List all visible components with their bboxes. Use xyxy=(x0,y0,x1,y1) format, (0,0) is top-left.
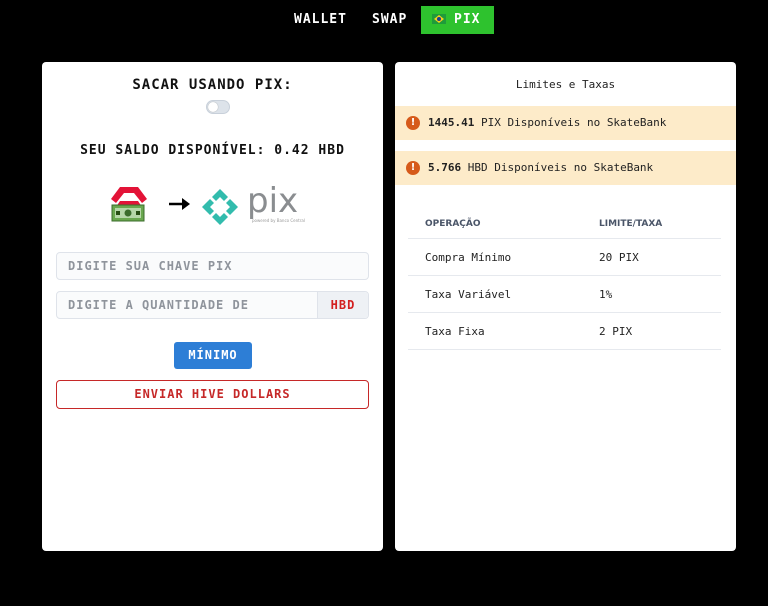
table-row: Taxa Fixa 2 PIX xyxy=(408,312,721,350)
alert-amount: 1445.41 xyxy=(428,116,475,129)
nav-wallet[interactable]: WALLET xyxy=(294,6,347,34)
alert-pix-available: ! 1445.41 PIX Disponíveis no SkateBank xyxy=(395,106,736,140)
operation-cell: Taxa Variável xyxy=(408,275,582,313)
warning-icon: ! xyxy=(406,161,420,175)
minimum-button[interactable]: MÍNIMO xyxy=(174,342,252,369)
send-hive-dollars-button[interactable]: ENVIAR HIVE DOLLARS xyxy=(56,380,369,409)
currency-tag: HBD xyxy=(317,292,368,318)
brazil-flag-icon xyxy=(432,14,446,24)
alert-label: PIX Disponíveis no SkateBank xyxy=(480,116,667,129)
pix-powered-by: powered by Banco Central xyxy=(252,218,305,223)
nav-pix-label: PIX xyxy=(454,12,481,27)
alert-amount: 5.766 xyxy=(428,161,462,174)
limit-cell: 2 PIX xyxy=(582,312,721,350)
alert-text: 1445.41 PIX Disponíveis no SkateBank xyxy=(428,106,666,140)
alert-text: 5.766 HBD Disponíveis no SkateBank xyxy=(428,151,653,185)
column-operation: OPERAÇÃO xyxy=(408,210,582,239)
svg-text:pix: pix xyxy=(247,182,298,220)
amount-input[interactable] xyxy=(57,292,317,318)
pix-logo-icon xyxy=(202,189,238,225)
withdraw-title: SACAR USANDO PIX: xyxy=(132,77,293,93)
table-header-row: OPERAÇÃO LIMITE/TAXA xyxy=(408,210,721,239)
limit-cell: 20 PIX xyxy=(582,238,721,276)
pix-key-input[interactable] xyxy=(57,253,368,279)
pix-key-field xyxy=(56,252,369,280)
balance-text: SEU SALDO DISPONÍVEL: 0.42 HBD xyxy=(80,143,345,158)
limits-title: Limites e Taxas xyxy=(515,78,616,91)
alert-hbd-available: ! 5.766 HBD Disponíveis no SkateBank xyxy=(395,151,736,185)
table-row: Compra Mínimo 20 PIX xyxy=(408,238,721,276)
arrow-right-icon xyxy=(169,198,190,210)
nav-swap[interactable]: SWAP xyxy=(372,6,407,34)
column-limit-fee: LIMITE/TAXA xyxy=(582,210,721,239)
logo-row: pix powered by Banco Central xyxy=(42,182,383,232)
hive-dollar-logo-icon xyxy=(111,187,147,222)
table-row: Taxa Variável 1% xyxy=(408,275,721,313)
pix-toggle[interactable] xyxy=(206,100,230,114)
alert-label: HBD Disponíveis no SkateBank xyxy=(467,161,654,174)
warning-icon: ! xyxy=(406,116,420,130)
limits-card: Limites e Taxas ! 1445.41 PIX Disponívei… xyxy=(395,62,736,551)
amount-field: HBD xyxy=(56,291,369,319)
toggle-knob xyxy=(208,102,218,112)
operation-cell: Taxa Fixa xyxy=(408,312,582,350)
pix-wordmark: pix xyxy=(247,182,298,220)
withdraw-card: SACAR USANDO PIX: SEU SALDO DISPONÍVEL: … xyxy=(42,62,383,551)
operation-cell: Compra Mínimo xyxy=(408,238,582,276)
nav-pix[interactable]: PIX xyxy=(421,6,494,34)
top-nav: WALLET SWAP PIX xyxy=(0,6,768,34)
fees-table: OPERAÇÃO LIMITE/TAXA Compra Mínimo 20 PI… xyxy=(408,210,721,350)
limit-cell: 1% xyxy=(582,275,721,313)
